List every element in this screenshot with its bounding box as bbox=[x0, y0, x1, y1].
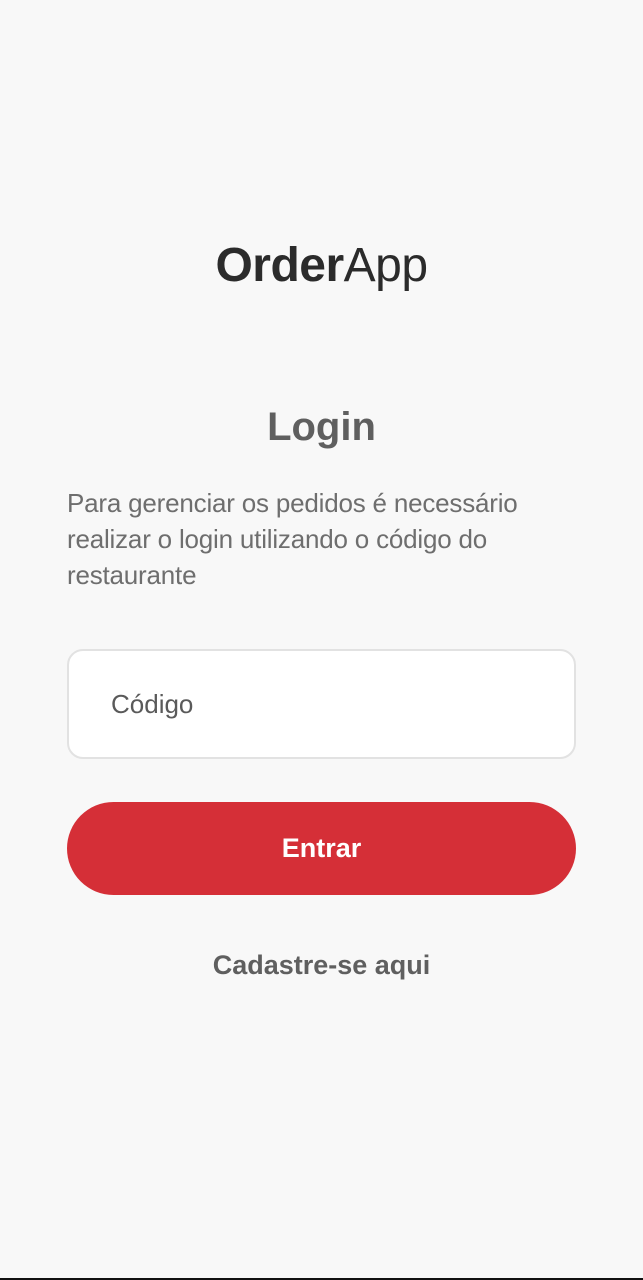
app-logo-light: App bbox=[343, 239, 428, 292]
restaurant-code-input[interactable] bbox=[67, 649, 576, 759]
enter-button[interactable]: Entrar bbox=[67, 802, 576, 895]
page-title: Login bbox=[267, 405, 376, 449]
login-description: Para gerenciar os pedidos é necessário r… bbox=[67, 488, 518, 590]
app-logo-bold: Order bbox=[215, 239, 344, 292]
signup-link[interactable]: Cadastre-se aqui bbox=[0, 946, 643, 984]
login-screen: { "app": { "logo_bold": "Order", "logo_l… bbox=[0, 0, 643, 1280]
app-logo: OrderApp bbox=[0, 236, 643, 296]
